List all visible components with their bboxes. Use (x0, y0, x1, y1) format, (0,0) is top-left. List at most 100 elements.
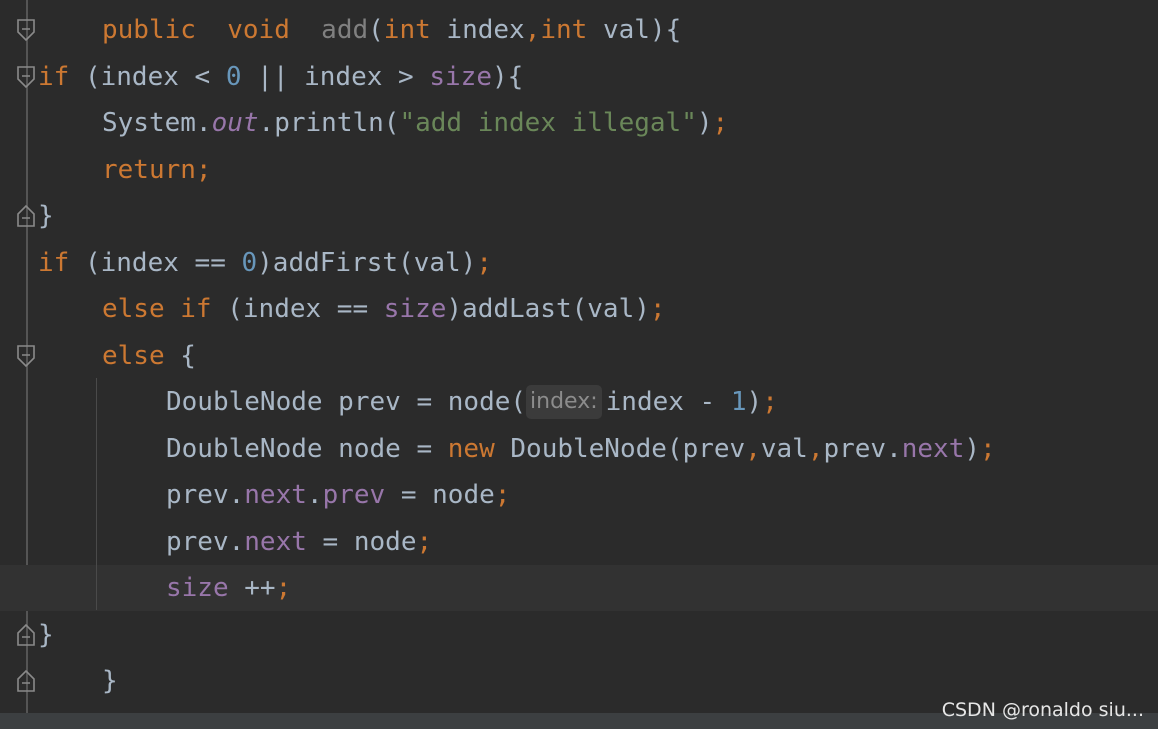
code-token: } (38, 620, 54, 650)
code-token: add (321, 15, 369, 45)
code-token: = node (306, 527, 417, 557)
code-token: int (540, 15, 588, 45)
code-line[interactable]: prev.next.prev = node; (0, 472, 1158, 518)
code-token: . (306, 480, 323, 510)
code-token: 0 (241, 248, 258, 278)
code-line[interactable]: prev.next = node; (0, 519, 1158, 565)
code-token: ; (476, 248, 492, 278)
code-line[interactable]: size ++; (0, 565, 1158, 611)
code-token: new (447, 434, 495, 464)
code-token: , (745, 434, 761, 464)
code-token: = node (385, 480, 495, 510)
code-token: size (429, 62, 492, 92)
code-token: ( (368, 15, 384, 45)
code-line[interactable]: DoubleNode node = new DoubleNode(prev,va… (0, 426, 1158, 472)
fold-end-icon[interactable] (16, 204, 36, 228)
code-token: )addFirst(val) (257, 248, 477, 278)
code-token: 0 (225, 62, 242, 92)
code-token: ++ (228, 573, 276, 603)
code-token: ) (696, 108, 713, 138)
code-line[interactable]: System.out.println("add index illegal"); (0, 100, 1158, 146)
code-token: ) (746, 387, 763, 417)
code-token: return; (102, 155, 212, 185)
code-token: } (38, 201, 54, 231)
code-line[interactable]: if (index < 0 || index > size){ (0, 54, 1158, 100)
code-text: public void add(int index,int val){ (102, 7, 681, 53)
code-token: (index < (69, 62, 226, 92)
code-token: System. (102, 108, 212, 138)
code-token: ; (416, 527, 433, 557)
fold-end-icon[interactable] (16, 669, 36, 693)
code-token: DoubleNode prev = node( (166, 387, 527, 417)
code-text: prev.next.prev = node; (166, 472, 510, 518)
code-token: val){ (587, 15, 682, 45)
code-token: } (102, 666, 118, 696)
code-token: index (430, 15, 525, 45)
code-line[interactable]: else if (index == size)addLast(val); (0, 286, 1158, 332)
code-text: else { (102, 333, 196, 379)
code-token: ; (980, 434, 996, 464)
code-token: ){ (491, 62, 524, 92)
code-token: prev (322, 480, 386, 510)
code-token: "add index illegal" (399, 108, 697, 138)
code-token: int (383, 15, 431, 45)
code-token: prev. (823, 434, 902, 464)
code-token: , (807, 434, 824, 464)
code-token: ; (649, 294, 666, 324)
code-text: else if (index == size)addLast(val); (102, 286, 666, 332)
code-text: DoubleNode node = new DoubleNode(prev,va… (166, 426, 996, 472)
code-token: prev. (166, 480, 245, 510)
code-line[interactable]: if (index == 0)addFirst(val); (0, 240, 1158, 286)
fold-collapse-icon[interactable] (16, 344, 36, 368)
code-text: if (index < 0 || index > size){ (38, 54, 523, 100)
fold-collapse-icon[interactable] (16, 18, 36, 42)
code-token: prev. (166, 527, 245, 557)
fold-end-icon[interactable] (16, 623, 36, 647)
code-token: next (244, 480, 307, 510)
code-token: size (166, 573, 229, 603)
code-text: return; (102, 147, 212, 193)
code-token: if (38, 248, 70, 278)
code-token: void (227, 15, 290, 45)
code-text: if (index == 0)addFirst(val); (38, 240, 492, 286)
code-token: ; (275, 573, 292, 603)
code-token: || index > (241, 62, 430, 92)
code-token: next (244, 527, 307, 557)
code-token: { (164, 341, 196, 371)
code-line[interactable]: } (0, 658, 1158, 704)
code-token: index - (605, 387, 731, 417)
code-token: ) (964, 434, 981, 464)
code-token: DoubleNode node = (166, 434, 448, 464)
code-line[interactable]: } (0, 612, 1158, 658)
code-token: else if (102, 294, 212, 324)
code-line[interactable]: } (0, 193, 1158, 239)
fold-collapse-icon[interactable] (16, 65, 36, 89)
code-token: out (211, 108, 259, 138)
csdn-watermark: CSDN @ronaldo siu... (941, 699, 1144, 721)
code-token: 1 (730, 387, 747, 417)
code-text: } (38, 193, 54, 239)
code-token: )addLast(val) (446, 294, 650, 324)
code-text: size ++; (166, 565, 291, 611)
code-token: ; (712, 108, 729, 138)
code-token: else (102, 341, 165, 371)
code-line[interactable]: return; (0, 147, 1158, 193)
code-token: (index == (211, 294, 384, 324)
code-token: public (102, 15, 196, 45)
parameter-hint: index: (526, 385, 602, 419)
code-line[interactable]: DoubleNode prev = node(index: index - 1); (0, 379, 1158, 425)
indent-guide (96, 378, 97, 610)
code-token: (index == (69, 248, 242, 278)
code-token: val (760, 434, 808, 464)
code-text: DoubleNode prev = node(index: index - 1); (166, 379, 778, 425)
code-token: ; (762, 387, 778, 417)
code-text: } (102, 658, 118, 704)
code-token: if (38, 62, 70, 92)
code-token: .println( (258, 108, 400, 138)
code-line[interactable]: public void add(int index,int val){ (0, 7, 1158, 53)
code-token: next (901, 434, 965, 464)
code-line[interactable]: else { (0, 333, 1158, 379)
code-text: System.out.println("add index illegal"); (102, 100, 728, 146)
